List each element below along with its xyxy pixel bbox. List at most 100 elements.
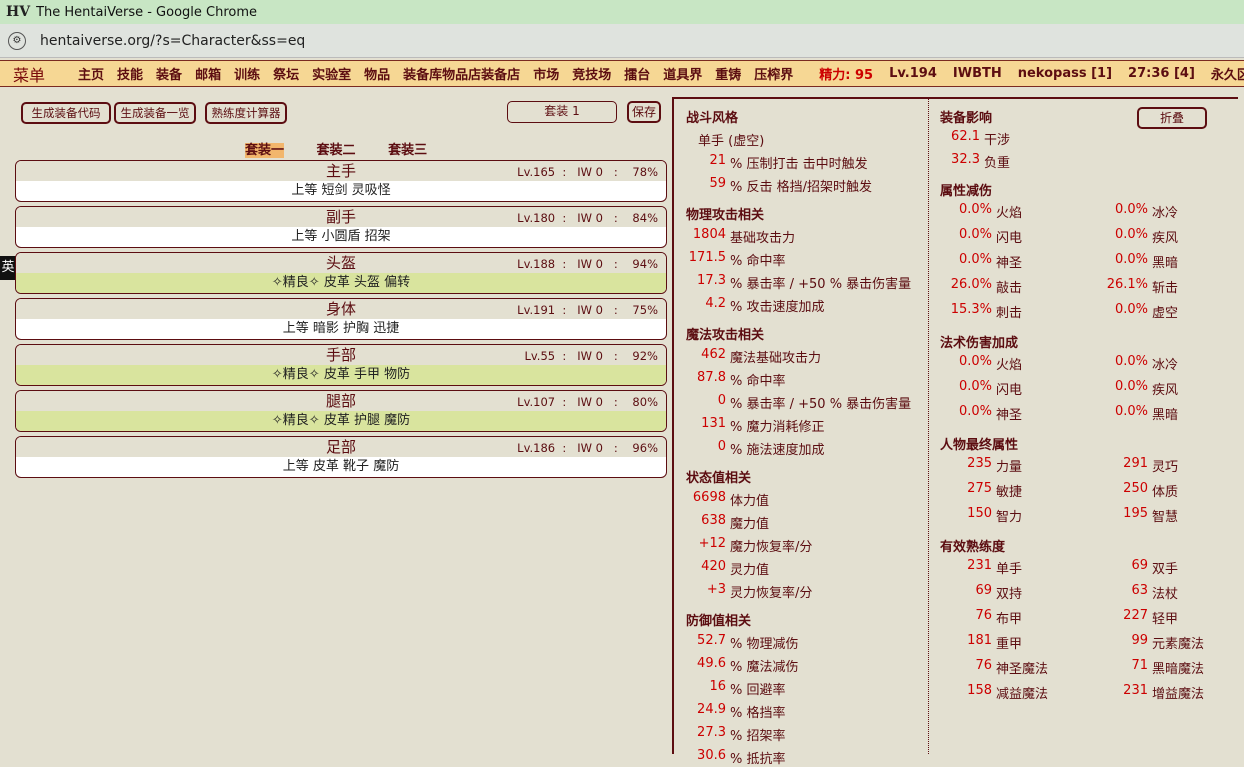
equipped-item[interactable]: ✧精良✧ 皮革 手甲 物防 [16,365,666,385]
time-status: 27:36 [4] [1128,66,1195,81]
stat-label: 单手 [996,562,1023,577]
stat-label: 元素魔法 [1152,637,1205,652]
slot-hands[interactable]: 手部 Lv.55 : IW 0 : 92% ✧精良✧ 皮革 手甲 物防 [15,344,667,386]
slot-info: Lv.55 : IW 0 : 92% [524,349,658,363]
section-header: 属性减伤 [940,184,993,199]
stat-value: 0.0% [1114,202,1148,217]
stat-label: 减益魔法 [996,687,1049,702]
menu-item-equip-store[interactable]: 装备库 [403,64,442,83]
menu-item-mail[interactable]: 邮箱 [195,64,221,83]
tab-set-1[interactable]: 套装一 [245,143,285,158]
slot-main-hand[interactable]: 主手 Lv.165 : IW 0 : 78% 上等 短剑 灵吸怪 [15,160,667,202]
menu-item-item-shop[interactable]: 物品店 [442,64,481,83]
fold-button[interactable]: 折叠 [1137,107,1207,129]
slot-info: Lv.188 : IW 0 : 94% [517,257,658,271]
set-name-input[interactable]: 套装 1 [507,101,617,123]
stat-value: 1804 [692,227,726,242]
slot-legs[interactable]: 腿部 Lv.107 : IW 0 : 80% ✧精良✧ 皮革 护腿 魔防 [15,390,667,432]
equipped-item[interactable]: 上等 皮革 靴子 魔防 [16,457,666,477]
stat-value: 26.1% [1106,277,1148,292]
menu-root[interactable]: 菜单 [13,62,45,86]
stat-value: 32.3 [951,152,980,167]
stat-label: 疾风 [1152,231,1179,246]
stat-value: 638 [701,513,726,528]
username-status: nekopass [1] [1017,66,1113,81]
site-settings-icon[interactable]: ⚙ [8,31,26,50]
slot-helmet[interactable]: 头盔 Lv.188 : IW 0 : 94% ✧精良✧ 皮革 头盔 偏转 [15,252,667,294]
stat-value: 227 [1123,608,1148,623]
menu-item-home[interactable]: 主页 [78,64,104,83]
equipped-item[interactable]: 上等 小圆盾 招架 [16,227,666,247]
stat-label: 基础攻击力 [730,231,796,246]
menu-item-training[interactable]: 训练 [234,64,260,83]
stat-value: 420 [701,559,726,574]
generate-list-button[interactable]: 生成装备一览 [114,102,196,124]
set-tabs: 套装一 套装二 套装三 [245,139,455,158]
menu-item-skills[interactable]: 技能 [117,64,143,83]
menu-item-reforge[interactable]: 重铸 [715,64,741,83]
menu-item-equip-shop[interactable]: 装备店 [481,64,520,83]
equipped-item[interactable]: 上等 短剑 灵吸怪 [16,181,666,201]
stat-label: 重甲 [996,637,1023,652]
realm-status[interactable]: 永久区 [1211,64,1244,83]
menu-item-item-world[interactable]: 道具界 [663,64,702,83]
stat-label: % 施法速度加成 [730,443,825,458]
slot-body[interactable]: 身体 Lv.191 : IW 0 : 75% 上等 暗影 护胸 迅捷 [15,298,667,340]
equipped-item[interactable]: ✧精良✧ 皮革 头盔 偏转 [16,273,666,293]
stat-label: 冰冷 [1152,206,1179,221]
menu-item-market[interactable]: 市场 [533,64,559,83]
stat-label: 魔力恢复率/分 [730,540,813,555]
stat-value: 0.0% [958,252,992,267]
stat-value: 4.2 [705,296,726,311]
slot-off-hand[interactable]: 副手 Lv.180 : IW 0 : 84% 上等 小圆盾 招架 [15,206,667,248]
menu-item-ring[interactable]: 擂台 [624,64,650,83]
tab-set-3[interactable]: 套装三 [388,143,427,158]
stat-value: 171.5 [688,250,726,265]
save-button[interactable]: 保存 [627,101,661,123]
proficiency-calculator-button[interactable]: 熟练度计算器 [205,102,287,124]
stat-label: 黑暗 [1152,256,1179,271]
stat-label: 火焰 [996,358,1023,373]
menu-item-lab[interactable]: 实验室 [312,64,351,83]
stat-value: 62.1 [951,129,980,144]
stat-label: 体质 [1152,485,1179,500]
url-text[interactable]: hentaiverse.org/?s=Character&ss=eq [40,33,305,49]
section-header: 魔法攻击相关 [686,328,765,343]
stat-label: 疾风 [1152,383,1179,398]
stat-label: 体力值 [730,494,770,509]
address-bar[interactable]: ⚙ hentaiverse.org/?s=Character&ss=eq [0,24,1244,58]
stat-value: 21 [709,153,726,168]
stat-value: 76 [975,608,992,623]
stat-value: 0.0% [958,227,992,242]
stat-value: 71 [1131,658,1148,673]
stat-label: 干涉 [984,133,1011,148]
tab-set-2[interactable]: 套装二 [317,143,356,158]
stat-label: 负重 [984,156,1011,171]
stat-value: 131 [701,416,726,431]
stat-label: % 招架率 [730,729,786,744]
equipped-item[interactable]: ✧精良✧ 皮革 护腿 魔防 [16,411,666,431]
section-header: 战斗风格 [686,111,739,126]
stat-value: 231 [967,558,992,573]
generate-code-button[interactable]: 生成装备代码 [21,102,111,124]
stat-value: 0.0% [1114,404,1148,419]
stat-label: % 压制打击 击中时触发 [730,157,868,172]
menu-item-crusher[interactable]: 压榨界 [754,64,793,83]
stat-label: 火焰 [996,206,1023,221]
stats-panel: 战斗风格 单手 (虚空) 21 % 压制打击 击中时触发 59 % 反击 格挡/招架时触发… [672,97,1238,767]
difficulty-status: IWBTH [952,66,1002,81]
stat-label: 力量 [996,460,1023,475]
menu-item-items[interactable]: 物品 [364,64,390,83]
stat-value: 76 [975,658,992,673]
menu-item-equipment[interactable]: 装备 [156,64,182,83]
stat-label: % 回避率 [730,683,786,698]
slot-feet[interactable]: 足部 Lv.186 : IW 0 : 96% 上等 皮革 靴子 魔防 [15,436,667,478]
fight-style-type: 单手 (虚空) [698,134,765,149]
menu-item-shrine[interactable]: 祭坛 [273,64,299,83]
stat-label: 灵力恢复率/分 [730,586,813,601]
menu-item-arena[interactable]: 竞技场 [572,64,611,83]
stat-value: 0 [717,439,726,454]
stat-label: % 命中率 [730,374,786,389]
equipped-item[interactable]: 上等 暗影 护胸 迅捷 [16,319,666,339]
stat-value: 6698 [692,490,726,505]
